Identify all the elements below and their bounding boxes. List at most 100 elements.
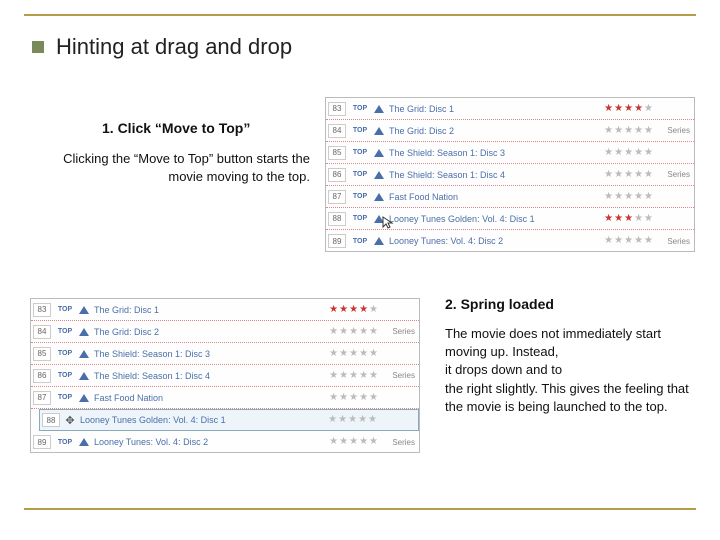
move-top-icon[interactable]: [79, 372, 89, 380]
move-top-label[interactable]: TOP: [351, 127, 369, 134]
move-top-icon[interactable]: [79, 306, 89, 314]
rating-stars[interactable]: ★★★★★: [603, 170, 653, 180]
queue-row[interactable]: 85 TOP The Shield: Season 1: Disc 3 ★★★★★: [31, 343, 419, 365]
star-icon: ★: [349, 327, 358, 337]
move-top-icon[interactable]: [374, 105, 384, 113]
movie-title-link[interactable]: The Shield: Season 1: Disc 4: [94, 371, 323, 381]
star-icon: ★: [339, 371, 348, 381]
move-top-icon[interactable]: [374, 149, 384, 157]
move-top-icon[interactable]: [374, 127, 384, 135]
star-icon: ★: [634, 104, 643, 114]
move-top-icon[interactable]: [79, 438, 89, 446]
queue-row[interactable]: 87 TOP Fast Food Nation ★★★★★: [326, 186, 694, 208]
queue-position-input[interactable]: 86: [33, 369, 51, 383]
rating-stars[interactable]: ★★★★★: [603, 214, 653, 224]
movie-title-link[interactable]: The Grid: Disc 1: [389, 104, 598, 114]
queue-position-input[interactable]: 84: [328, 124, 346, 138]
queue-row[interactable]: 83 TOP The Grid: Disc 1 ★★★★★: [31, 299, 419, 321]
step1-title: 1. Click “Move to Top”: [102, 120, 250, 136]
rating-stars[interactable]: ★★★★★: [603, 192, 653, 202]
rating-stars[interactable]: ★★★★★: [328, 371, 378, 381]
star-icon: ★: [369, 371, 378, 381]
move-top-label[interactable]: TOP: [351, 149, 369, 156]
star-icon: ★: [614, 170, 623, 180]
movie-title-link[interactable]: The Shield: Season 1: Disc 3: [94, 349, 323, 359]
rating-stars[interactable]: ★★★★★: [328, 393, 378, 403]
movie-title-link[interactable]: Looney Tunes: Vol. 4: Disc 2: [94, 437, 323, 447]
move-top-icon[interactable]: [79, 350, 89, 358]
move-top-label[interactable]: TOP: [351, 105, 369, 112]
move-top-icon[interactable]: [374, 193, 384, 201]
grab-icon[interactable]: ✥: [65, 414, 75, 427]
movie-title-link[interactable]: The Grid: Disc 1: [94, 305, 323, 315]
queue-row[interactable]: 86TOPThe Shield: Season 1: Disc 4★★★★★Se…: [326, 164, 694, 186]
star-icon: ★: [624, 126, 633, 136]
rating-stars[interactable]: ★★★★★: [603, 104, 653, 114]
queue-row[interactable]: 85 TOP The Shield: Season 1: Disc 3 ★★★★★: [326, 142, 694, 164]
movie-title-link[interactable]: Looney Tunes: Vol. 4: Disc 2: [389, 236, 598, 246]
queue-position-input[interactable]: 89: [33, 435, 51, 449]
queue-row[interactable]: 84 TOP The Grid: Disc 2 ★★★★★ Series: [31, 321, 419, 343]
movie-title-link[interactable]: The Shield: Season 1: Disc 3: [389, 148, 598, 158]
move-top-label[interactable]: TOP: [56, 306, 74, 313]
move-top-label[interactable]: TOP: [56, 394, 74, 401]
series-label: Series: [383, 438, 415, 447]
move-top-label[interactable]: TOP: [351, 171, 369, 178]
movie-title-link[interactable]: Looney Tunes Golden: Vol. 4: Disc 1: [389, 214, 598, 224]
move-top-label[interactable]: TOP: [56, 350, 74, 357]
queue-position-input[interactable]: 89: [328, 234, 346, 248]
movie-title-link[interactable]: The Grid: Disc 2: [389, 126, 598, 136]
rating-stars[interactable]: ★★★★★: [328, 349, 378, 359]
move-top-label[interactable]: TOP: [351, 215, 369, 222]
move-top-label[interactable]: TOP: [56, 328, 74, 335]
move-top-icon[interactable]: [374, 215, 384, 223]
queue-position-input[interactable]: 83: [328, 102, 346, 116]
star-icon: ★: [624, 192, 633, 202]
queue-position-input[interactable]: 87: [328, 190, 346, 204]
move-top-label[interactable]: TOP: [56, 372, 74, 379]
queue-position-input[interactable]: 87: [33, 391, 51, 405]
queue-row[interactable]: 89 TOP Looney Tunes: Vol. 4: Disc 2 ★★★★★ Se…: [326, 230, 694, 252]
rating-stars[interactable]: ★★★★★: [328, 437, 378, 447]
star-icon: ★: [634, 192, 643, 202]
star-icon: ★: [329, 437, 338, 447]
queue-row[interactable]: 88 TOP Looney Tunes Golden: Vol. 4: Disc 1…: [326, 208, 694, 230]
series-label: Series: [658, 237, 690, 246]
star-icon: ★: [604, 214, 613, 224]
movie-title-link[interactable]: Fast Food Nation: [94, 393, 323, 403]
move-top-icon[interactable]: [79, 328, 89, 336]
queue-row[interactable]: 89 TOP Looney Tunes: Vol. 4: Disc 2 ★★★★★ Se…: [31, 431, 419, 453]
move-top-label[interactable]: TOP: [56, 439, 74, 446]
queue-position-input[interactable]: 88: [42, 413, 60, 427]
bullet-icon: [32, 41, 44, 53]
movie-title-link[interactable]: Looney Tunes Golden: Vol. 4: Disc 1: [80, 415, 322, 425]
rating-stars[interactable]: ★★★★★: [328, 305, 378, 315]
movie-title-link[interactable]: Fast Food Nation: [389, 192, 598, 202]
rating-stars[interactable]: ★★★★★: [327, 415, 377, 425]
series-label: Series: [383, 327, 415, 336]
rating-stars[interactable]: ★★★★★: [603, 236, 653, 246]
move-top-label[interactable]: TOP: [351, 238, 369, 245]
rating-stars[interactable]: ★★★★★: [328, 327, 378, 337]
queue-row[interactable]: 88 ✥ Looney Tunes Golden: Vol. 4: Disc 1 ★★…: [39, 409, 419, 431]
queue-row[interactable]: 84TOPThe Grid: Disc 2★★★★★Series: [326, 120, 694, 142]
movie-title-link[interactable]: The Grid: Disc 2: [94, 327, 323, 337]
star-icon: ★: [624, 104, 633, 114]
queue-position-input[interactable]: 84: [33, 325, 51, 339]
queue-position-input[interactable]: 85: [33, 347, 51, 361]
queue-row[interactable]: 83 TOP The Grid: Disc 1 ★★★★★: [326, 98, 694, 120]
move-top-icon[interactable]: [374, 171, 384, 179]
queue-position-input[interactable]: 88: [328, 212, 346, 226]
queue-row[interactable]: 87 TOP Fast Food Nation ★★★★★: [31, 387, 419, 409]
queue-position-input[interactable]: 85: [328, 146, 346, 160]
rating-stars[interactable]: ★★★★★: [603, 126, 653, 136]
move-top-icon[interactable]: [79, 394, 89, 402]
queue-row[interactable]: 86TOPThe Shield: Season 1: Disc 4★★★★★Se…: [31, 365, 419, 387]
move-top-label[interactable]: TOP: [351, 193, 369, 200]
rating-stars[interactable]: ★★★★★: [603, 148, 653, 158]
queue-position-input[interactable]: 83: [33, 303, 51, 317]
movie-title-link[interactable]: The Shield: Season 1: Disc 4: [389, 170, 598, 180]
queue-position-input[interactable]: 86: [328, 168, 346, 182]
move-top-icon[interactable]: [374, 237, 384, 245]
star-icon: ★: [349, 349, 358, 359]
